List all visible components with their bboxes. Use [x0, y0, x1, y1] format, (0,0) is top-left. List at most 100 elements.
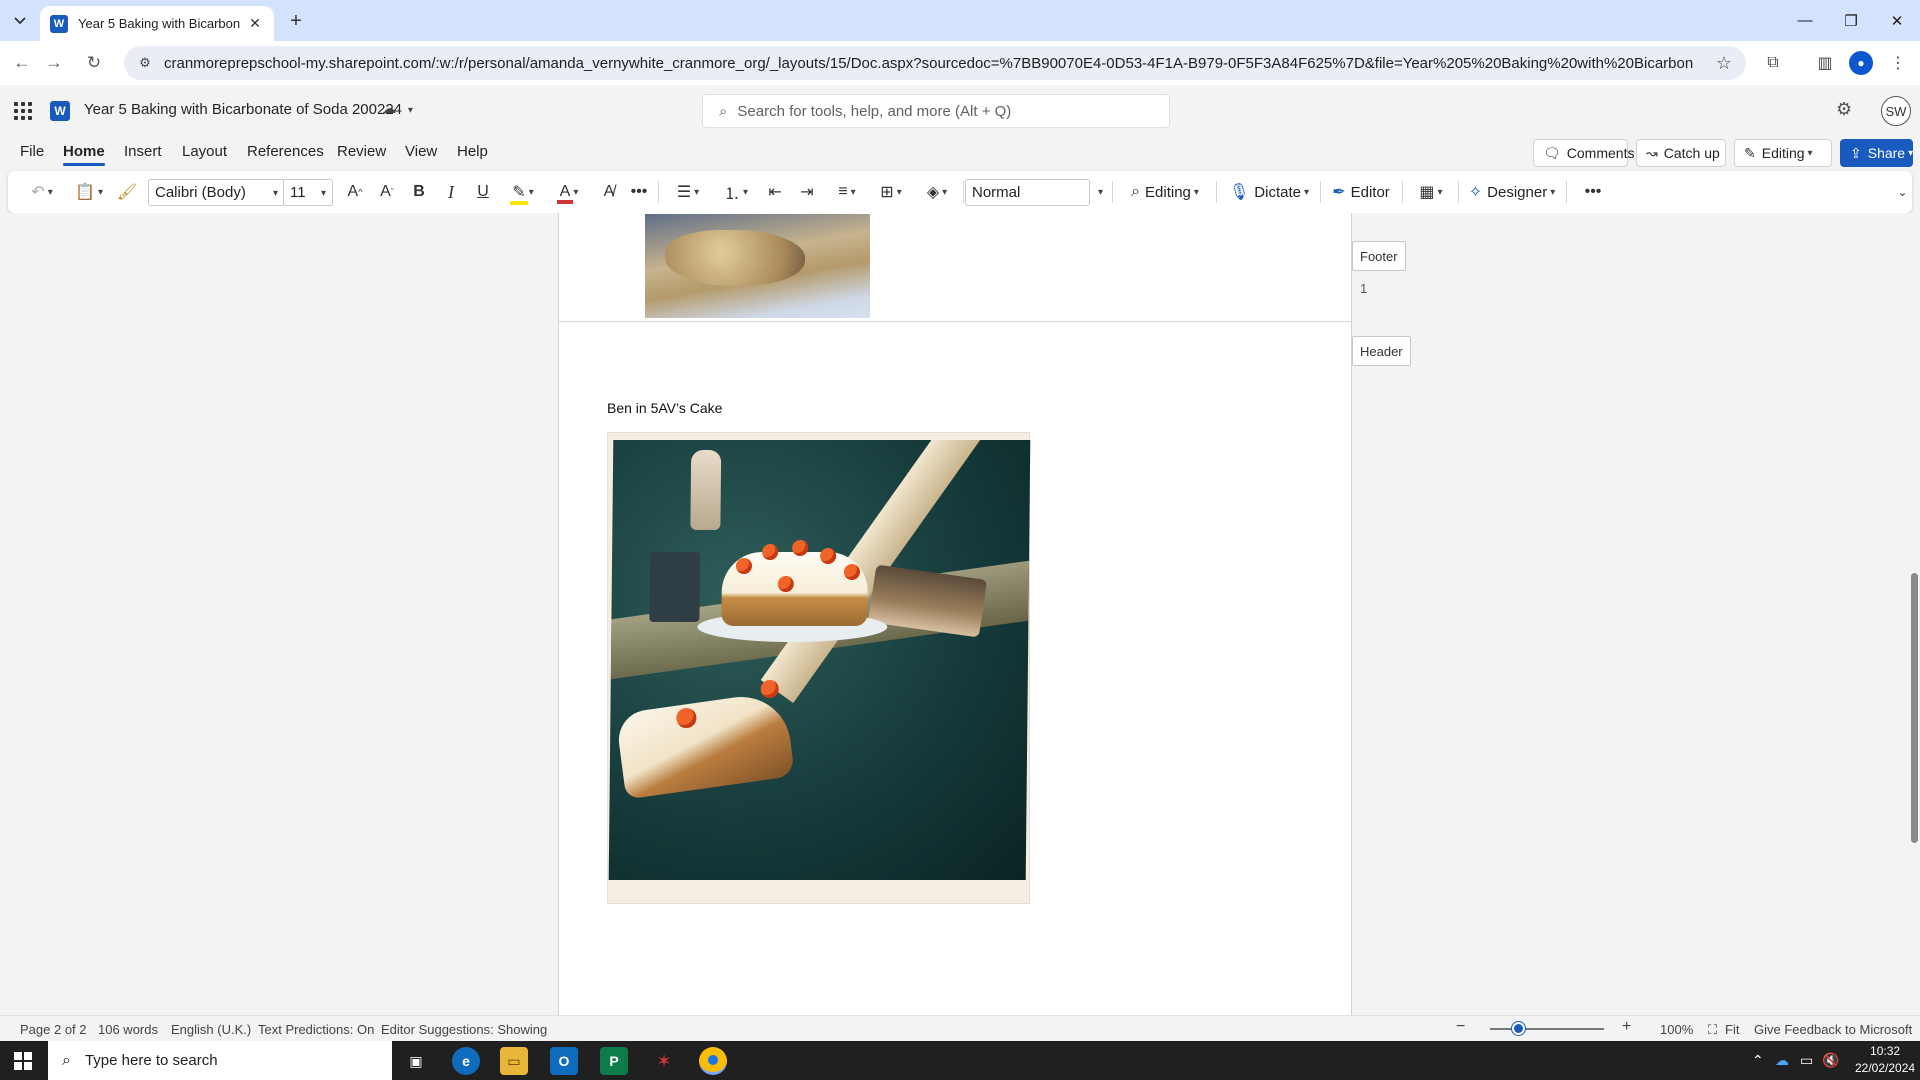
- text-predictions[interactable]: Text Predictions: On: [258, 1022, 374, 1037]
- give-feedback-link[interactable]: Give Feedback to Microsoft: [1754, 1022, 1912, 1037]
- language[interactable]: English (U.K.): [171, 1022, 251, 1037]
- bold-icon[interactable]: B: [406, 179, 432, 205]
- add-ins-grid-icon[interactable]: ▦ ▾: [1410, 179, 1452, 205]
- tab-layout[interactable]: Layout: [182, 143, 227, 160]
- title-status-icons[interactable]: ☁ ▾: [382, 100, 413, 117]
- more-font-options-icon[interactable]: •••: [626, 179, 652, 205]
- style-chevron-down-icon[interactable]: ▾: [1090, 179, 1108, 205]
- dictate-button[interactable]: 🎙 Dictate ▾: [1226, 179, 1312, 205]
- undo-icon[interactable]: ↶ ▾: [22, 179, 62, 205]
- numbering-icon[interactable]: ⒈ ▾: [714, 179, 758, 205]
- search-input[interactable]: ⌕ Search for tools, help, and more (Alt …: [702, 94, 1170, 128]
- font-color-icon[interactable]: A ▾: [548, 179, 590, 205]
- format-painter-icon[interactable]: 🖌: [114, 179, 140, 205]
- paste-clipboard-icon[interactable]: 📋 ▾: [68, 179, 110, 205]
- underline-icon[interactable]: U: [470, 179, 496, 205]
- page-2[interactable]: Ben in 5AV’s Cake: [558, 321, 1352, 1015]
- tab-search-chevron-icon[interactable]: [6, 8, 34, 34]
- document-canvas[interactable]: Footer 1 Ben in 5AV’s Cake Header: [0, 213, 1920, 1015]
- editor-suggestions[interactable]: Editor Suggestions: Showing: [381, 1022, 547, 1037]
- footer-tag[interactable]: Footer: [1352, 241, 1406, 271]
- share-button[interactable]: ⇪ Share ▾: [1840, 139, 1913, 167]
- minimize-icon[interactable]: —: [1782, 0, 1828, 41]
- zoom-in-icon[interactable]: +: [1622, 1018, 1631, 1036]
- close-window-icon[interactable]: ✕: [1874, 0, 1920, 41]
- document-title[interactable]: Year 5 Baking with Bicarbonate of Soda 2…: [84, 101, 402, 118]
- borders-icon[interactable]: ⊞ ▾: [870, 179, 912, 205]
- site-info-icon[interactable]: ⚙: [136, 54, 154, 72]
- grow-font-icon[interactable]: A ^: [341, 179, 369, 205]
- tab-help[interactable]: Help: [457, 143, 488, 160]
- publisher-icon[interactable]: P: [600, 1047, 628, 1075]
- fit-icon[interactable]: ⛶: [1708, 1022, 1717, 1038]
- align-icon[interactable]: ≡ ▾: [826, 179, 868, 205]
- clear-formatting-icon[interactable]: A̸: [596, 179, 622, 205]
- shading-icon[interactable]: ◈ ▾: [916, 179, 958, 205]
- italic-icon[interactable]: I: [438, 179, 464, 205]
- increase-indent-icon[interactable]: ⇥: [794, 179, 820, 205]
- reload-icon[interactable]: ↻: [80, 49, 108, 77]
- windows-start-icon[interactable]: [14, 1052, 32, 1070]
- zoom-out-icon[interactable]: −: [1456, 1018, 1465, 1036]
- bullets-icon[interactable]: ☰ ▾: [666, 179, 710, 205]
- browser-menu-kebab-icon[interactable]: ⋮: [1884, 49, 1912, 77]
- close-tab-icon[interactable]: ✕: [246, 15, 264, 33]
- font-name-combobox[interactable]: Calibri (Body) ▾: [148, 179, 285, 206]
- app-launcher-waffle-icon[interactable]: [12, 100, 34, 122]
- back-arrow-icon[interactable]: ←: [8, 49, 36, 77]
- decrease-indent-icon[interactable]: ⇤: [762, 179, 788, 205]
- task-view-icon[interactable]: ▣: [402, 1047, 430, 1075]
- extensions-puzzle-icon[interactable]: ⧉: [1759, 49, 1787, 77]
- bookmark-star-icon[interactable]: ☆: [1716, 53, 1732, 74]
- side-panel-icon[interactable]: ▥: [1811, 49, 1839, 77]
- tab-references[interactable]: References: [247, 143, 324, 160]
- catch-up-button[interactable]: ↝ Catch up: [1636, 139, 1726, 167]
- browser-profile-icon[interactable]: ●: [1847, 49, 1875, 77]
- browser-tab-active[interactable]: W Year 5 Baking with Bicarbonate ✕: [40, 6, 274, 41]
- settings-gear-icon[interactable]: ⚙: [1836, 99, 1852, 120]
- fit-label[interactable]: Fit: [1725, 1022, 1739, 1037]
- network-icon[interactable]: ▭: [1800, 1052, 1813, 1069]
- cake-photo-frame[interactable]: [607, 432, 1031, 904]
- page-1-image[interactable]: [645, 214, 870, 318]
- address-bar[interactable]: ⚙ cranmoreprepschool-my.sharepoint.com/:…: [124, 46, 1746, 80]
- outlook-icon[interactable]: O: [550, 1047, 578, 1075]
- tab-insert[interactable]: Insert: [124, 143, 162, 160]
- taskbar-clock[interactable]: 10:32 22/02/2024: [1855, 1043, 1915, 1077]
- app-bug-icon[interactable]: ✶: [650, 1047, 678, 1075]
- zoom-level[interactable]: 100%: [1660, 1022, 1693, 1037]
- onedrive-cloud-icon[interactable]: ☁: [1775, 1052, 1789, 1069]
- edge-browser-icon[interactable]: e: [452, 1047, 480, 1075]
- collapse-ribbon-chevron-icon[interactable]: ⌄: [1892, 179, 1910, 205]
- more-options-icon[interactable]: •••: [1578, 179, 1608, 205]
- image-caption[interactable]: Ben in 5AV’s Cake: [607, 400, 722, 416]
- style-combobox[interactable]: Normal: [965, 179, 1090, 206]
- word-count[interactable]: 106 words: [98, 1022, 158, 1037]
- tab-file[interactable]: File: [20, 143, 44, 160]
- new-tab-plus-icon[interactable]: +: [282, 8, 310, 34]
- forward-arrow-icon[interactable]: →: [40, 49, 68, 77]
- find-editing-button[interactable]: ⌕ Editing ▾: [1120, 179, 1210, 205]
- tray-chevron-up-icon[interactable]: ⌃: [1752, 1052, 1764, 1069]
- shrink-font-icon[interactable]: Aˇ: [373, 179, 401, 205]
- vertical-scrollbar[interactable]: [1909, 213, 1920, 1015]
- volume-muted-icon[interactable]: 🔇: [1822, 1052, 1839, 1069]
- page-count[interactable]: Page 2 of 2: [20, 1022, 87, 1037]
- taskbar-search-input[interactable]: ⌕ Type here to search: [48, 1041, 392, 1080]
- editor-button[interactable]: ✒ Editor: [1326, 179, 1396, 205]
- highlight-color-icon[interactable]: ✎ ▾: [502, 179, 544, 205]
- restore-icon[interactable]: ❐: [1828, 0, 1874, 41]
- tab-review[interactable]: Review: [337, 143, 386, 160]
- zoom-slider-knob[interactable]: [1512, 1022, 1525, 1035]
- user-avatar[interactable]: SW: [1881, 96, 1911, 126]
- zoom-slider[interactable]: [1490, 1022, 1604, 1035]
- designer-button[interactable]: ✧ Designer ▾: [1462, 179, 1562, 205]
- tab-view[interactable]: View: [405, 143, 437, 160]
- editing-mode-button[interactable]: ✎ Editing ▾: [1734, 139, 1832, 167]
- font-size-combobox[interactable]: 11 ▾: [283, 179, 333, 206]
- tab-home[interactable]: Home: [63, 143, 105, 166]
- file-explorer-icon[interactable]: ▭: [500, 1047, 528, 1075]
- header-tag[interactable]: Header: [1352, 336, 1411, 366]
- scrollbar-thumb[interactable]: [1911, 573, 1918, 843]
- comments-button[interactable]: 🗨 Comments: [1533, 139, 1634, 167]
